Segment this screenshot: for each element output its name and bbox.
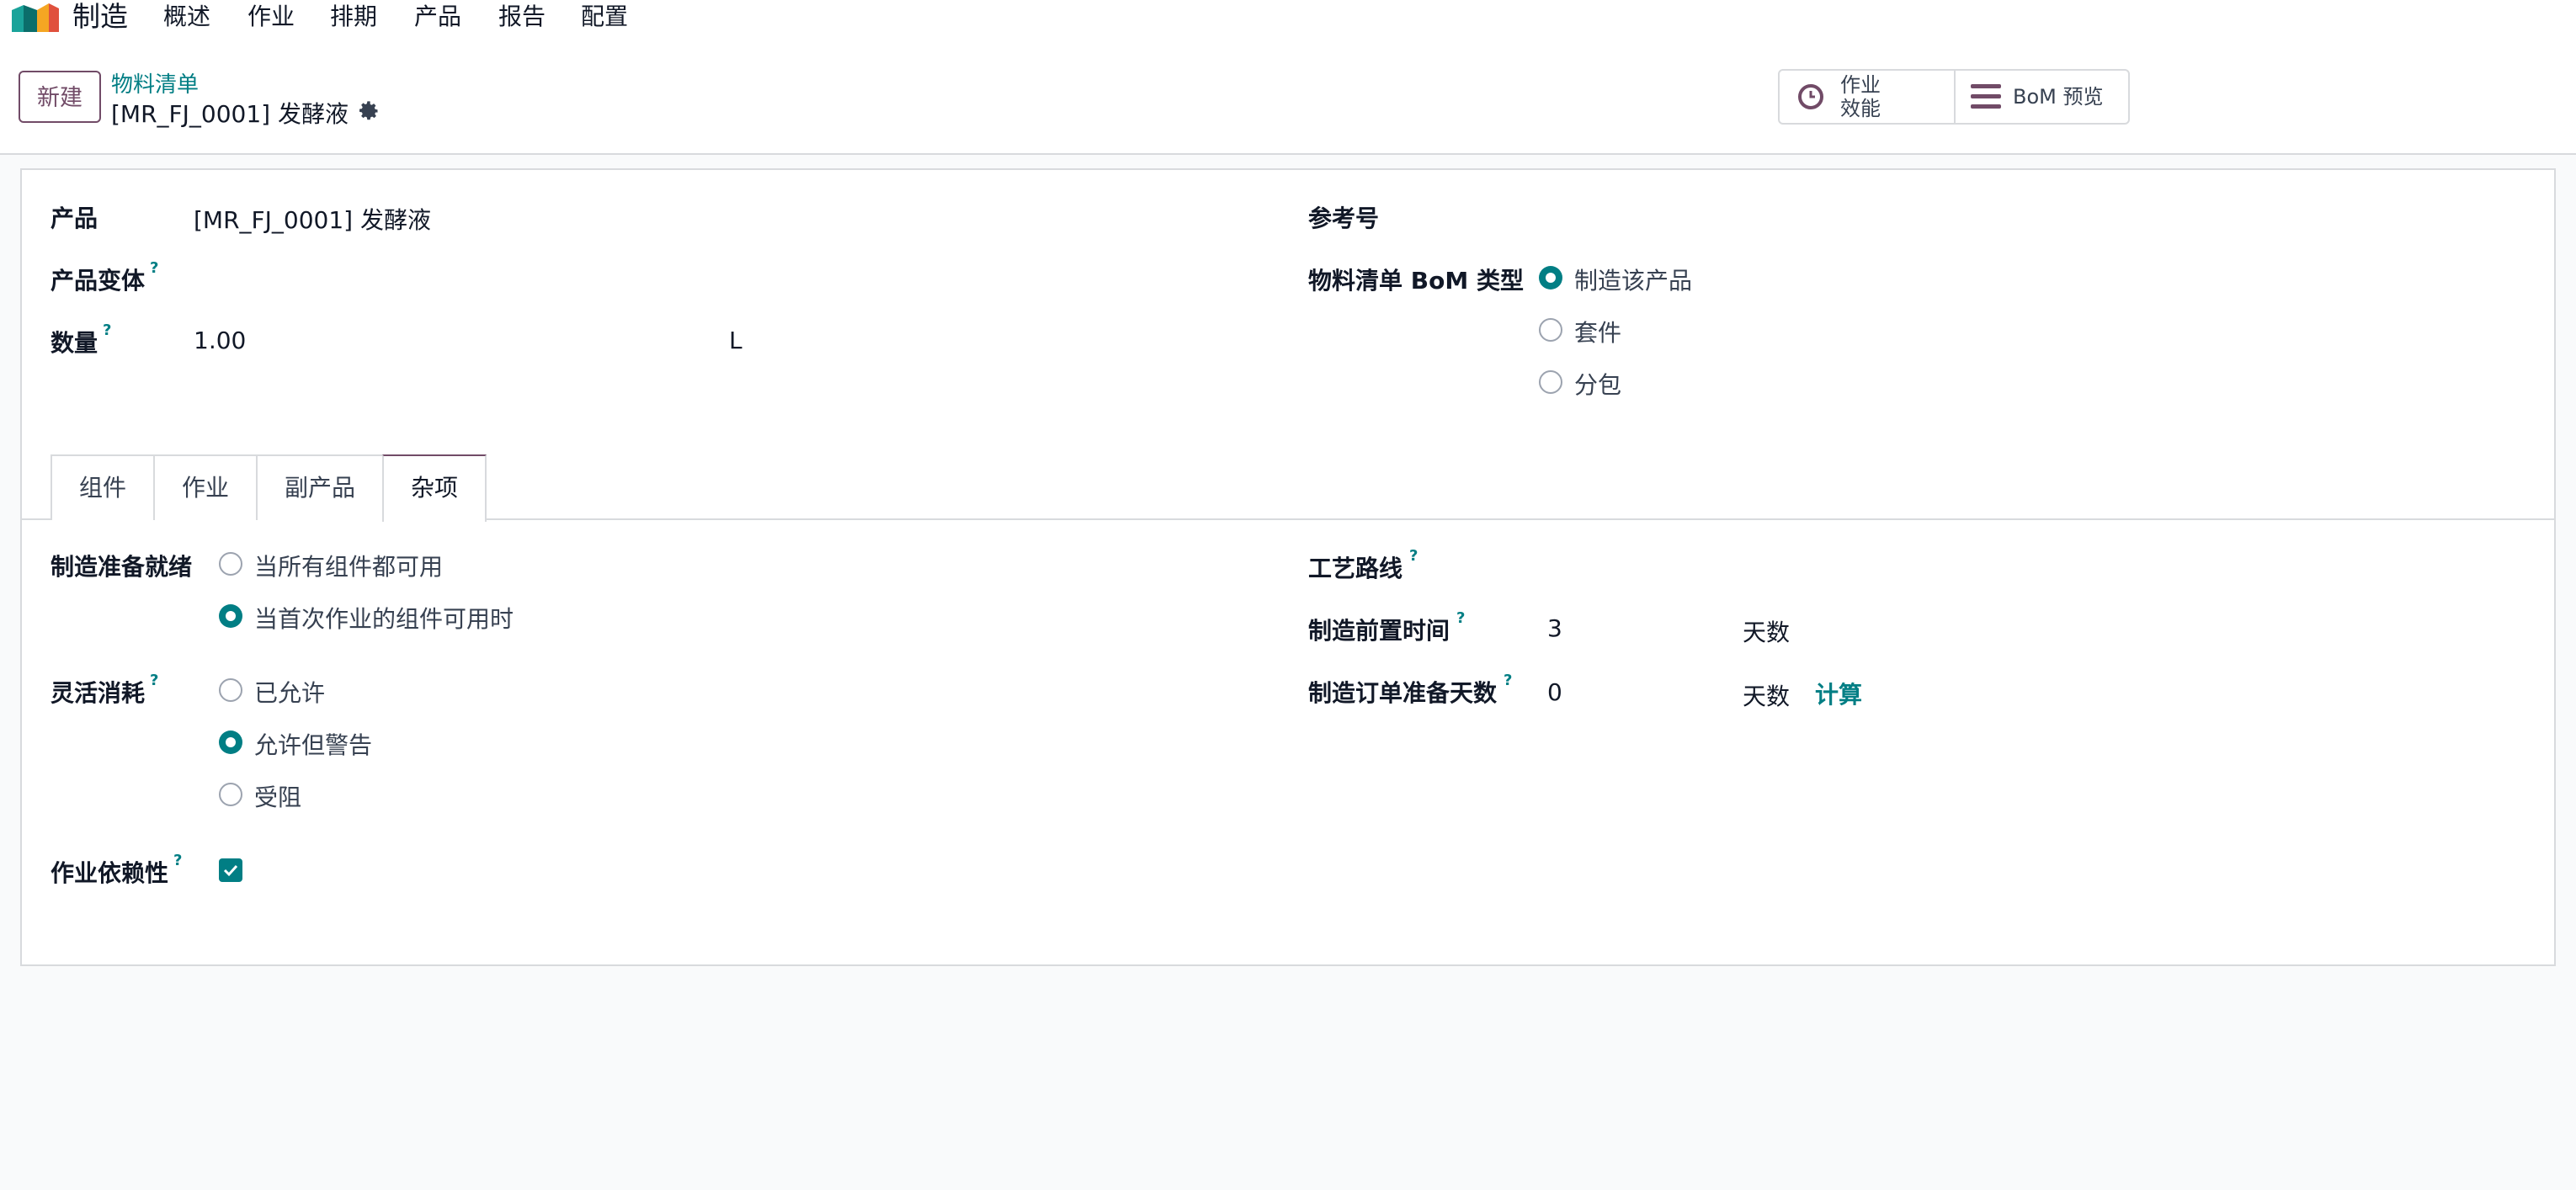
bom-type-subcontract-radio[interactable] <box>1539 370 1562 394</box>
lead-time-label: 制造前置时间 <box>1308 617 1450 645</box>
smart-buttons: 作业 效能 BoM 预览 <box>1778 69 2130 125</box>
bom-type-kit-radio[interactable] <box>1539 318 1562 342</box>
prep-days-label: 制造订单准备天数 <box>1308 679 1498 707</box>
efficiency-label-line2: 效能 <box>1840 97 1881 120</box>
bom-type-option-subcontract[interactable]: 分包 <box>1574 367 1621 401</box>
reference-label: 参考号 <box>1308 205 1380 232</box>
variant-label: 产品变体 <box>51 267 146 295</box>
ready-option-first-operation[interactable]: 当首次作业的组件可用时 <box>254 601 514 635</box>
check-icon <box>223 864 238 877</box>
tab-operations[interactable]: 作业 <box>153 454 258 520</box>
ready-all-components-radio[interactable] <box>219 552 242 576</box>
manufacturing-app-icon[interactable] <box>12 2 59 32</box>
bom-type-option-kit[interactable]: 套件 <box>1574 315 1621 348</box>
flex-option-warning[interactable]: 允许但警告 <box>254 727 372 761</box>
flex-option-blocked[interactable]: 受阻 <box>254 779 301 813</box>
compute-link[interactable]: 计算 <box>1815 677 1862 710</box>
dependency-help-icon[interactable]: ? <box>173 852 182 869</box>
flex-blocked-radio[interactable] <box>219 783 242 806</box>
bom-preview-label: BoM 预览 <box>2013 85 2104 109</box>
flex-warning-radio[interactable] <box>219 730 242 754</box>
lead-time-unit: 天数 <box>1743 619 1791 646</box>
quantity-help-icon[interactable]: ? <box>103 321 111 339</box>
tab-byproducts[interactable]: 副产品 <box>256 454 384 520</box>
ready-label: 制造准备就绪 <box>51 553 193 581</box>
routing-help-icon[interactable]: ? <box>1409 547 1418 565</box>
record-title: [MR_FJ_0001] 发酵液 <box>111 100 349 128</box>
app-name[interactable]: 制造 <box>72 0 128 34</box>
menu-overview[interactable]: 概述 <box>163 0 210 34</box>
new-button[interactable]: 新建 <box>19 71 101 123</box>
work-efficiency-button[interactable]: 作业 效能 <box>1780 71 1954 123</box>
prep-days-help-icon[interactable]: ? <box>1504 672 1512 689</box>
bom-type-option-manufacture[interactable]: 制造该产品 <box>1574 263 1692 296</box>
flex-option-allowed[interactable]: 已允许 <box>254 675 325 709</box>
product-label: 产品 <box>51 205 98 232</box>
gear-icon[interactable] <box>357 99 381 123</box>
dependency-label: 作业依赖性 <box>51 859 169 887</box>
menu-reporting[interactable]: 报告 <box>498 0 546 34</box>
uom-field[interactable]: L <box>729 327 742 354</box>
dependency-checkbox[interactable] <box>219 858 242 882</box>
bars-icon <box>1971 84 2001 109</box>
menu-products[interactable]: 产品 <box>414 0 461 34</box>
flexible-consumption-label: 灵活消耗 <box>51 679 146 707</box>
ready-option-all-components[interactable]: 当所有组件都可用 <box>254 549 443 582</box>
flexible-help-icon[interactable]: ? <box>150 672 158 689</box>
efficiency-label-line1: 作业 <box>1840 73 1881 97</box>
tab-components[interactable]: 组件 <box>51 454 155 520</box>
form-sheet: 产品 [MR_FJ_0001] 发酵液 产品变体 ? 数量 ? 1.00 L 参… <box>20 168 2556 966</box>
lead-time-field[interactable]: 3 <box>1547 614 1562 642</box>
control-panel: 新建 物料清单 [MR_FJ_0001] 发酵液 作业 效能 BoM 预览 <box>0 37 2576 155</box>
prep-days-unit: 天数 <box>1743 683 1791 710</box>
prep-days-field[interactable]: 0 <box>1547 678 1562 706</box>
variant-help-icon[interactable]: ? <box>150 259 158 277</box>
menu-operations[interactable]: 作业 <box>247 0 295 34</box>
breadcrumb-bom[interactable]: 物料清单 <box>111 67 199 98</box>
menu-planning[interactable]: 排期 <box>330 0 377 34</box>
top-navbar: 制造 概述 作业 排期 产品 报告 配置 <box>0 0 2576 37</box>
tab-miscellaneous[interactable]: 杂项 <box>382 454 487 522</box>
ready-first-operation-radio[interactable] <box>219 604 242 628</box>
routing-label: 工艺路线 <box>1308 555 1403 582</box>
quantity-field[interactable]: 1.00 <box>194 327 246 354</box>
bom-type-label: 物料清单 BoM 类型 <box>1308 267 1524 295</box>
clock-icon <box>1798 84 1823 109</box>
flex-allowed-radio[interactable] <box>219 678 242 702</box>
bom-preview-button[interactable]: BoM 预览 <box>1956 71 2128 123</box>
lead-time-help-icon[interactable]: ? <box>1456 609 1465 627</box>
menu-configuration[interactable]: 配置 <box>581 0 628 34</box>
quantity-label: 数量 <box>51 329 98 357</box>
product-field[interactable]: [MR_FJ_0001] 发酵液 <box>194 202 431 236</box>
bom-type-manufacture-radio[interactable] <box>1539 266 1562 290</box>
